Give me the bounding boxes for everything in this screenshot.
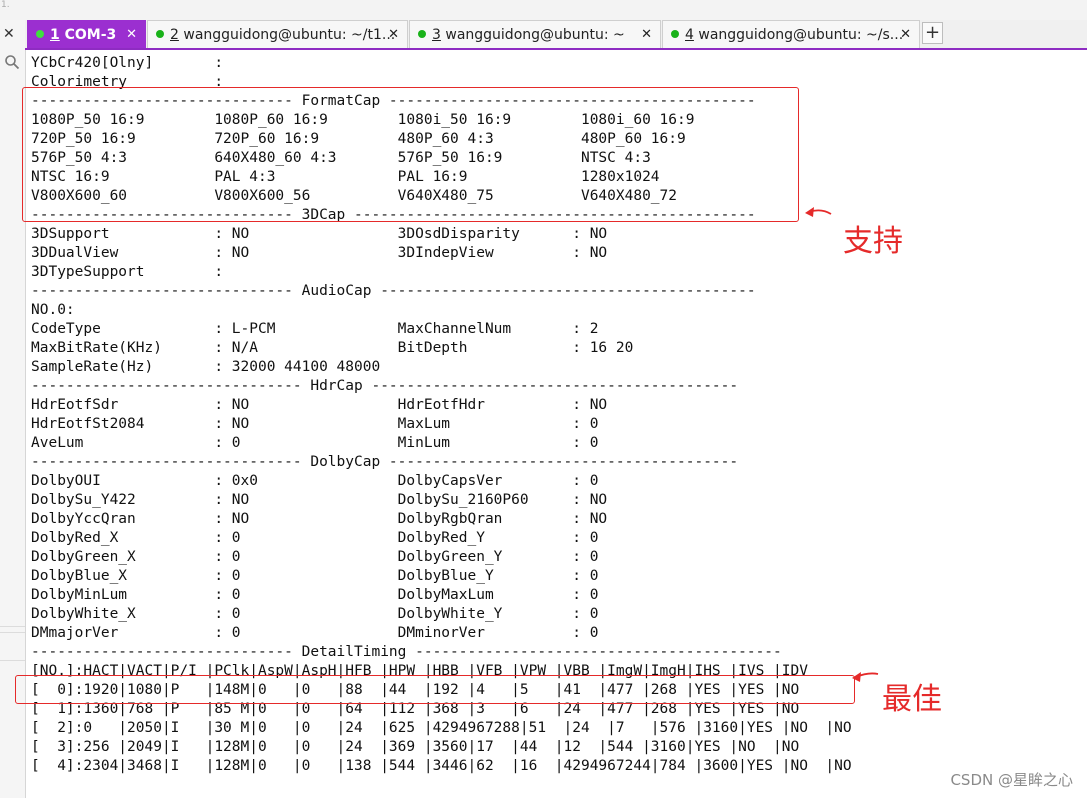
tab-close-icon[interactable]: ✕ bbox=[641, 21, 652, 48]
terminal-line: DolbyBlue_X : 0 DolbyBlue_Y : 0 bbox=[31, 568, 599, 584]
close-icon[interactable]: ✕ bbox=[3, 26, 15, 42]
status-dot-icon bbox=[156, 30, 164, 38]
terminal-line: DolbyMinLum : 0 DolbyMaxLum : 0 bbox=[31, 587, 599, 603]
terminal-line: DolbyWhite_X : 0 DolbyWhite_Y : 0 bbox=[31, 606, 599, 622]
terminal-line: YCbCr420[Olny] : bbox=[31, 55, 224, 71]
tab-ssh-s[interactable]: 4 wangguidong@ubuntu: ~/s... ✕ bbox=[662, 20, 920, 48]
status-dot-icon bbox=[418, 30, 426, 38]
status-dot-icon bbox=[671, 30, 679, 38]
annotation-support-label: 支持 bbox=[843, 224, 903, 259]
terminal-line: [ 4]:2304|3468|I |128M|0 |0 |138 |544 |3… bbox=[31, 758, 852, 774]
terminal-line: ------------------------------ AudioCap … bbox=[31, 283, 756, 299]
terminal-line: AveLum : 0 MinLum : 0 bbox=[31, 435, 599, 451]
annotation-formatcap-box bbox=[22, 87, 799, 222]
tab-bar: 1 COM-3 ✕ 2 wangguidong@ubuntu: ~/t1... … bbox=[25, 20, 1087, 50]
terminal-line: DolbySu_Y422 : NO DolbySu_2160P60 : NO bbox=[31, 492, 608, 508]
window-top-strip: 1. bbox=[0, 0, 1087, 20]
tab-ssh-home[interactable]: 3 wangguidong@ubuntu: ~ ✕ bbox=[409, 20, 661, 48]
annotation-arrow-icon bbox=[852, 672, 879, 682]
tab-close-icon[interactable]: ✕ bbox=[388, 21, 399, 48]
terminal-line: DolbyYccQran : NO DolbyRgbQran : NO bbox=[31, 511, 608, 527]
terminal-line: [ 3]:256 |2049|I |128M|0 |0 |24 |369 |35… bbox=[31, 739, 800, 755]
terminal-line: 3DSupport : NO 3DOsdDisparity : NO bbox=[31, 226, 608, 242]
corner-mark: 1. bbox=[1, 0, 10, 10]
annotation-best-label: 最佳 bbox=[882, 682, 942, 717]
annotation-best-row-box bbox=[15, 675, 855, 704]
terminal-line: HdrEotfSt2084 : NO MaxLum : 0 bbox=[31, 416, 599, 432]
terminal-line: 3DTypeSupport : bbox=[31, 264, 224, 280]
tab-ssh-t1[interactable]: 2 wangguidong@ubuntu: ~/t1... ✕ bbox=[147, 20, 408, 48]
tab-close-icon[interactable]: ✕ bbox=[900, 21, 911, 48]
terminal-line: ------------------------------- HdrCap -… bbox=[31, 378, 739, 394]
terminal-line: DolbyRed_X : 0 DolbyRed_Y : 0 bbox=[31, 530, 599, 546]
watermark: CSDN @星眸之心 bbox=[950, 771, 1073, 789]
terminal-line: MaxBitRate(KHz) : N/A BitDepth : 16 20 bbox=[31, 340, 634, 356]
annotation-arrow-icon bbox=[805, 207, 832, 217]
terminal-line: 3DDualView : NO 3DIndepView : NO bbox=[31, 245, 608, 261]
search-icon[interactable] bbox=[4, 54, 20, 70]
terminal-line: DMmajorVer : 0 DMminorVer : 0 bbox=[31, 625, 599, 641]
terminal-line: SampleRate(Hz) : 32000 44100 48000 bbox=[31, 359, 381, 375]
terminal-line: [ 2]:0 |2050|I |30 M|0 |0 |24 |625 |4294… bbox=[31, 720, 852, 736]
terminal-line: DolbyOUI : 0x0 DolbyCapsVer : 0 bbox=[31, 473, 599, 489]
terminal-line: ------------------------------- DolbyCap… bbox=[31, 454, 739, 470]
terminal-line: DolbyGreen_X : 0 DolbyGreen_Y : 0 bbox=[31, 549, 599, 565]
terminal-line: HdrEotfSdr : NO HdrEotfHdr : NO bbox=[31, 397, 608, 413]
status-dot-icon bbox=[36, 30, 44, 38]
terminal-line: ------------------------------ DetailTim… bbox=[31, 644, 782, 660]
tab-com3[interactable]: 1 COM-3 ✕ bbox=[27, 20, 146, 48]
tab-close-icon[interactable]: ✕ bbox=[126, 21, 137, 48]
terminal-line: NO.0: bbox=[31, 302, 75, 318]
new-tab-button[interactable]: + bbox=[922, 22, 943, 44]
terminal-line: CodeType : L-PCM MaxChannelNum : 2 bbox=[31, 321, 599, 337]
